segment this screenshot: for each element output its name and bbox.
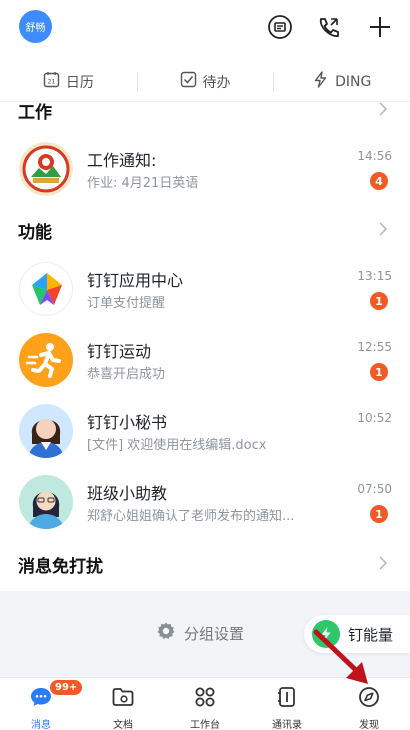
bottom-tab-bar: 消息 99+ 文档 工作台 通讯录 发现 — [0, 677, 410, 730]
list-footer: 分组设置 钉能量 — [0, 591, 410, 677]
conversation-title: 钉钉应用中心 — [87, 271, 184, 290]
conversation-time: 12:55 — [357, 340, 392, 354]
ding-bolt-icon — [312, 71, 329, 92]
tab-contacts[interactable]: 通讯录 — [246, 678, 328, 730]
workbench-icon — [193, 686, 217, 712]
user-avatar[interactable]: 舒畅 — [19, 10, 52, 43]
phone-call-icon[interactable] — [314, 13, 342, 41]
conversation-preview: 郑舒心姐姐确认了老师发布的通知... — [87, 509, 295, 524]
todo-shortcut[interactable]: 待办 — [136, 62, 274, 101]
tab-discover[interactable]: 发现 — [328, 678, 410, 730]
svg-text:21: 21 — [48, 79, 56, 86]
tab-label: 消息 — [31, 720, 51, 730]
conversation-time: 10:52 — [357, 411, 392, 425]
todo-label: 待办 — [202, 74, 231, 91]
ding-energy-label: 钉能量 — [348, 625, 394, 644]
conversation-row[interactable]: 钉钉小秘书 [文件] 欢迎使用在线编辑.docx 10:52 — [0, 396, 410, 467]
conversation-list: 工作 工作通知: 作业: 4月21日英语 14:56 4 功能 钉钉应用中心 订… — [0, 102, 410, 591]
work-notice-avatar — [19, 142, 73, 196]
tab-messages[interactable]: 消息 99+ — [0, 678, 83, 730]
conversation-time: 07:50 — [357, 482, 392, 496]
unread-badge: 4 — [370, 172, 388, 190]
tab-docs[interactable]: 文档 — [82, 678, 164, 730]
group-setting-button[interactable]: 分组设置 — [156, 621, 244, 645]
add-icon[interactable] — [366, 13, 394, 41]
conversation-preview: 作业: 4月21日英语 — [87, 176, 199, 191]
section-header-dnd[interactable]: 消息免打扰 — [0, 542, 410, 586]
conversation-row[interactable]: 钉钉应用中心 订单支付提醒 13:15 1 — [0, 254, 410, 325]
calendar-shortcut[interactable]: 21 日历 — [0, 62, 137, 101]
section-title: 工作 — [18, 102, 52, 123]
conversation-preview: [文件] 欢迎使用在线编辑.docx — [87, 438, 267, 453]
contacts-icon — [275, 686, 299, 712]
conversation-title: 钉钉运动 — [87, 342, 152, 361]
section-header-functions[interactable]: 功能 — [0, 208, 410, 252]
conversation-title: 班级小助教 — [87, 484, 168, 503]
scan-icon[interactable] — [266, 13, 294, 41]
ding-sport-avatar — [19, 333, 73, 387]
discover-icon — [357, 686, 381, 712]
conversation-row[interactable]: 班级小助教 郑舒心姐姐确认了老师发布的通知... 07:50 1 — [0, 467, 410, 538]
conversation-time: 13:15 — [357, 269, 392, 283]
chevron-right-icon — [378, 555, 388, 576]
todo-check-icon — [180, 71, 197, 92]
gear-icon — [156, 621, 176, 645]
tab-label: 发现 — [359, 720, 379, 730]
group-setting-label: 分组设置 — [184, 624, 245, 643]
section-title: 功能 — [18, 222, 52, 243]
message-icon — [29, 686, 53, 712]
class-assistant-avatar — [19, 475, 73, 529]
conversation-time: 14:56 — [357, 149, 392, 163]
app-center-avatar — [19, 262, 73, 316]
section-title: 消息免打扰 — [18, 556, 103, 577]
ding-label: DING — [335, 73, 372, 90]
chevron-right-icon — [378, 221, 388, 242]
top-bar: 舒畅 — [0, 0, 410, 58]
conversation-title: 工作通知: — [87, 151, 157, 170]
ding-energy-bolt-icon — [312, 620, 340, 648]
tab-label: 文档 — [113, 720, 133, 730]
section-header-work[interactable]: 工作 — [0, 102, 410, 132]
quick-actions-bar: 21 日历 待办 DING — [0, 62, 410, 102]
calendar-icon: 21 — [43, 71, 60, 92]
conversation-preview: 订单支付提醒 — [87, 296, 166, 311]
unread-badge: 1 — [370, 292, 388, 310]
chevron-right-icon — [378, 102, 388, 122]
conversation-preview: 恭喜开启成功 — [87, 367, 166, 382]
conversation-row[interactable]: 钉钉运动 恭喜开启成功 12:55 1 — [0, 325, 410, 396]
tab-workbench[interactable]: 工作台 — [164, 678, 246, 730]
ding-energy-button[interactable]: 钉能量 — [304, 615, 410, 653]
tab-label: 工作台 — [190, 720, 220, 730]
secretary-avatar — [19, 404, 73, 458]
unread-badge: 1 — [370, 505, 388, 523]
unread-badge: 1 — [370, 363, 388, 381]
folder-icon — [111, 686, 135, 712]
tab-label: 通讯录 — [272, 720, 302, 730]
calendar-label: 日历 — [65, 74, 94, 91]
unread-total-badge: 99+ — [50, 680, 83, 695]
conversation-row[interactable]: 工作通知: 作业: 4月21日英语 14:56 4 — [0, 134, 410, 205]
ding-shortcut[interactable]: DING — [273, 62, 410, 101]
conversation-title: 钉钉小秘书 — [87, 413, 168, 432]
